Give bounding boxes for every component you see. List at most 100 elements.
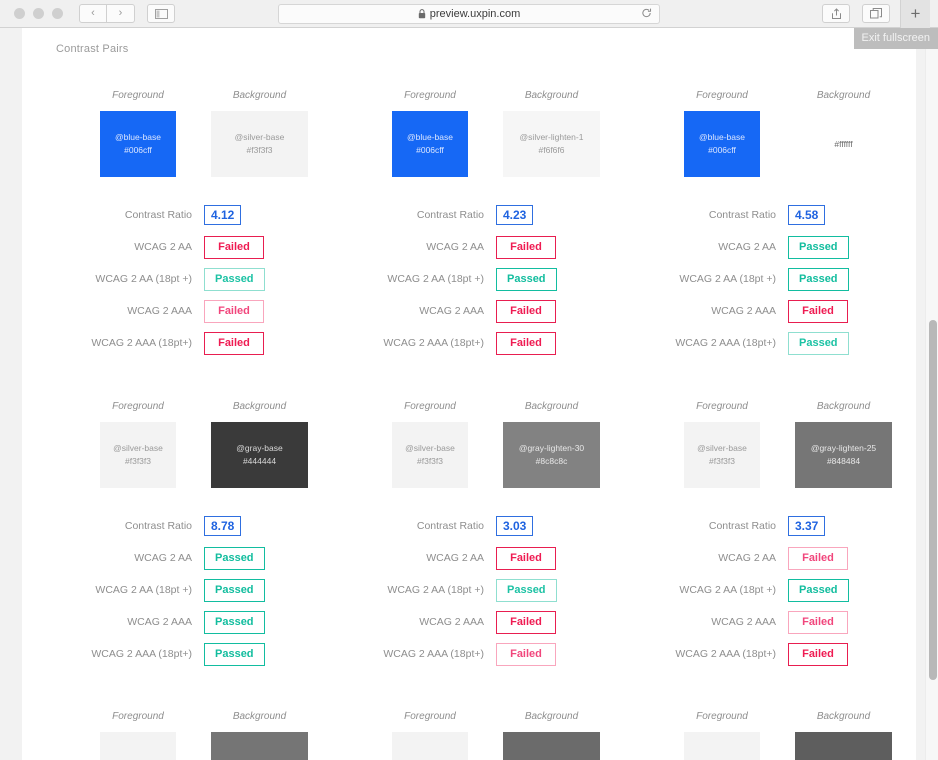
status-badge: Passed (788, 332, 849, 355)
new-tab-button[interactable]: + (900, 0, 930, 28)
wcag-result-label: WCAG 2 AAA (18pt+) (662, 648, 788, 660)
swatch-headers: ForegroundBackground (370, 90, 630, 101)
share-button[interactable] (822, 4, 850, 23)
foreground-swatch[interactable]: @silver-base#f3f3f3 (392, 422, 468, 488)
status-badge: Passed (496, 579, 557, 602)
foreground-color-hex: #f3f3f3 (709, 455, 735, 468)
background-swatch[interactable] (503, 732, 600, 760)
contrast-results: Contrast Ratio3.37WCAG 2 AAFailedWCAG 2 … (662, 510, 922, 670)
wcag-result-label: WCAG 2 AA (18pt +) (78, 273, 204, 285)
swatch-pair: @silver-base#f3f3f3 @gray-lighten-25#8484… (662, 422, 922, 488)
swatch-pair (662, 732, 922, 760)
background-swatch[interactable]: @silver-base#f3f3f3 (211, 111, 308, 177)
chrome-right-controls: + (810, 0, 930, 28)
foreground-label: Foreground (684, 401, 760, 412)
wcag-result-row: WCAG 2 AAA (18pt+)Failed (78, 327, 338, 359)
foreground-color-name: @blue-base (699, 131, 745, 144)
swatch-pair: @blue-base#006cff @silver-base#f3f3f3 (78, 111, 338, 177)
background-swatch[interactable]: @gray-lighten-25#848484 (795, 422, 892, 488)
show-tabs-button[interactable] (862, 4, 890, 23)
vertical-scrollbar[interactable] (925, 28, 938, 760)
swatch-pair: @blue-base#006cff #ffffff (662, 111, 922, 177)
foreground-swatch[interactable] (392, 732, 468, 760)
background-swatch[interactable]: #ffffff (795, 111, 892, 177)
swatch-headers: ForegroundBackground (662, 711, 922, 722)
contrast-ratio-label: Contrast Ratio (370, 209, 496, 221)
wcag-result-row: WCAG 2 AAA (18pt+)Failed (370, 638, 630, 670)
foreground-swatch[interactable]: @blue-base#006cff (392, 111, 468, 177)
show-tabs-icon (870, 8, 882, 19)
wcag-result-row: WCAG 2 AAAFailed (370, 606, 630, 638)
swatch-headers: ForegroundBackground (78, 90, 338, 101)
status-badge: Failed (496, 332, 556, 355)
status-badge: Failed (788, 611, 848, 634)
status-badge: Failed (788, 547, 848, 570)
wcag-result-label: WCAG 2 AAA (18pt+) (370, 648, 496, 660)
close-window-button[interactable] (14, 8, 25, 19)
back-button[interactable]: ‹ (79, 4, 107, 23)
background-color-name: @gray-lighten-25 (811, 442, 876, 455)
status-badge: Failed (788, 300, 848, 323)
address-bar-url: preview.uxpin.com (430, 8, 521, 20)
foreground-swatch[interactable] (684, 732, 760, 760)
background-label: Background (795, 711, 892, 722)
background-swatch[interactable] (211, 732, 308, 760)
wcag-result-label: WCAG 2 AA (18pt +) (78, 584, 204, 596)
forward-button[interactable]: › (107, 4, 135, 23)
wcag-result-row: WCAG 2 AAA (18pt+)Failed (662, 638, 922, 670)
foreground-label: Foreground (100, 711, 176, 722)
status-badge: Passed (204, 643, 265, 666)
wcag-result-label: WCAG 2 AAA (78, 305, 204, 317)
foreground-color-name: @silver-base (113, 442, 163, 455)
wcag-result-row: WCAG 2 AAAFailed (662, 606, 922, 638)
wcag-result-row: WCAG 2 AA (18pt +)Passed (370, 263, 630, 295)
wcag-result-row: WCAG 2 AA (18pt +)Passed (662, 263, 922, 295)
address-bar[interactable]: preview.uxpin.com (278, 4, 660, 24)
wcag-result-label: WCAG 2 AAA (18pt+) (78, 648, 204, 660)
page-title: Contrast Pairs (56, 43, 129, 55)
exit-fullscreen-tooltip: Exit fullscreen (854, 28, 938, 49)
foreground-swatch[interactable]: @blue-base#006cff (684, 111, 760, 177)
foreground-swatch[interactable]: @silver-base#f3f3f3 (684, 422, 760, 488)
maximize-window-button[interactable] (52, 8, 63, 19)
background-swatch[interactable]: @gray-base#444444 (211, 422, 308, 488)
vertical-scrollbar-thumb[interactable] (929, 320, 937, 680)
wcag-result-label: WCAG 2 AA (18pt +) (370, 273, 496, 285)
foreground-swatch[interactable] (100, 732, 176, 760)
wcag-result-row: WCAG 2 AAAPassed (78, 606, 338, 638)
contrast-ratio-row: Contrast Ratio4.58 (662, 199, 922, 231)
background-color-name: @silver-base (235, 131, 285, 144)
sidebar-toggle-button[interactable] (147, 4, 175, 23)
contrast-ratio-value: 8.78 (204, 516, 241, 536)
wcag-result-row: WCAG 2 AAAFailed (78, 295, 338, 327)
foreground-label: Foreground (392, 401, 468, 412)
contrast-ratio-label: Contrast Ratio (370, 520, 496, 532)
contrast-ratio-row: Contrast Ratio3.37 (662, 510, 922, 542)
background-swatch[interactable]: @silver-lighten-1#f6f6f6 (503, 111, 600, 177)
foreground-label: Foreground (684, 90, 760, 101)
contrast-ratio-value: 4.23 (496, 205, 533, 225)
status-badge: Failed (788, 643, 848, 666)
minimize-window-button[interactable] (33, 8, 44, 19)
foreground-color-name: @silver-base (405, 442, 455, 455)
swatch-pair (370, 732, 630, 760)
contrast-ratio-label: Contrast Ratio (78, 520, 204, 532)
wcag-result-row: WCAG 2 AA (18pt +)Passed (78, 263, 338, 295)
background-color-hex: #ffffff (834, 138, 852, 151)
sidebar-toggle-icon (155, 9, 168, 19)
wcag-result-row: WCAG 2 AAA (18pt+)Passed (78, 638, 338, 670)
contrast-pair-card: ForegroundBackground @blue-base#006cff @si… (78, 90, 338, 359)
foreground-color-hex: #f3f3f3 (125, 455, 151, 468)
foreground-swatch[interactable]: @silver-base#f3f3f3 (100, 422, 176, 488)
wcag-result-label: WCAG 2 AA (370, 552, 496, 564)
wcag-result-label: WCAG 2 AAA (662, 616, 788, 628)
status-badge: Failed (496, 611, 556, 634)
background-label: Background (503, 711, 600, 722)
foreground-swatch[interactable]: @blue-base#006cff (100, 111, 176, 177)
background-swatch[interactable]: @gray-lighten-30#8c8c8c (503, 422, 600, 488)
status-badge: Failed (204, 300, 264, 323)
wcag-result-row: WCAG 2 AAAFailed (370, 295, 630, 327)
background-swatch[interactable] (795, 732, 892, 760)
reload-icon[interactable] (641, 8, 652, 21)
status-badge: Passed (788, 579, 849, 602)
